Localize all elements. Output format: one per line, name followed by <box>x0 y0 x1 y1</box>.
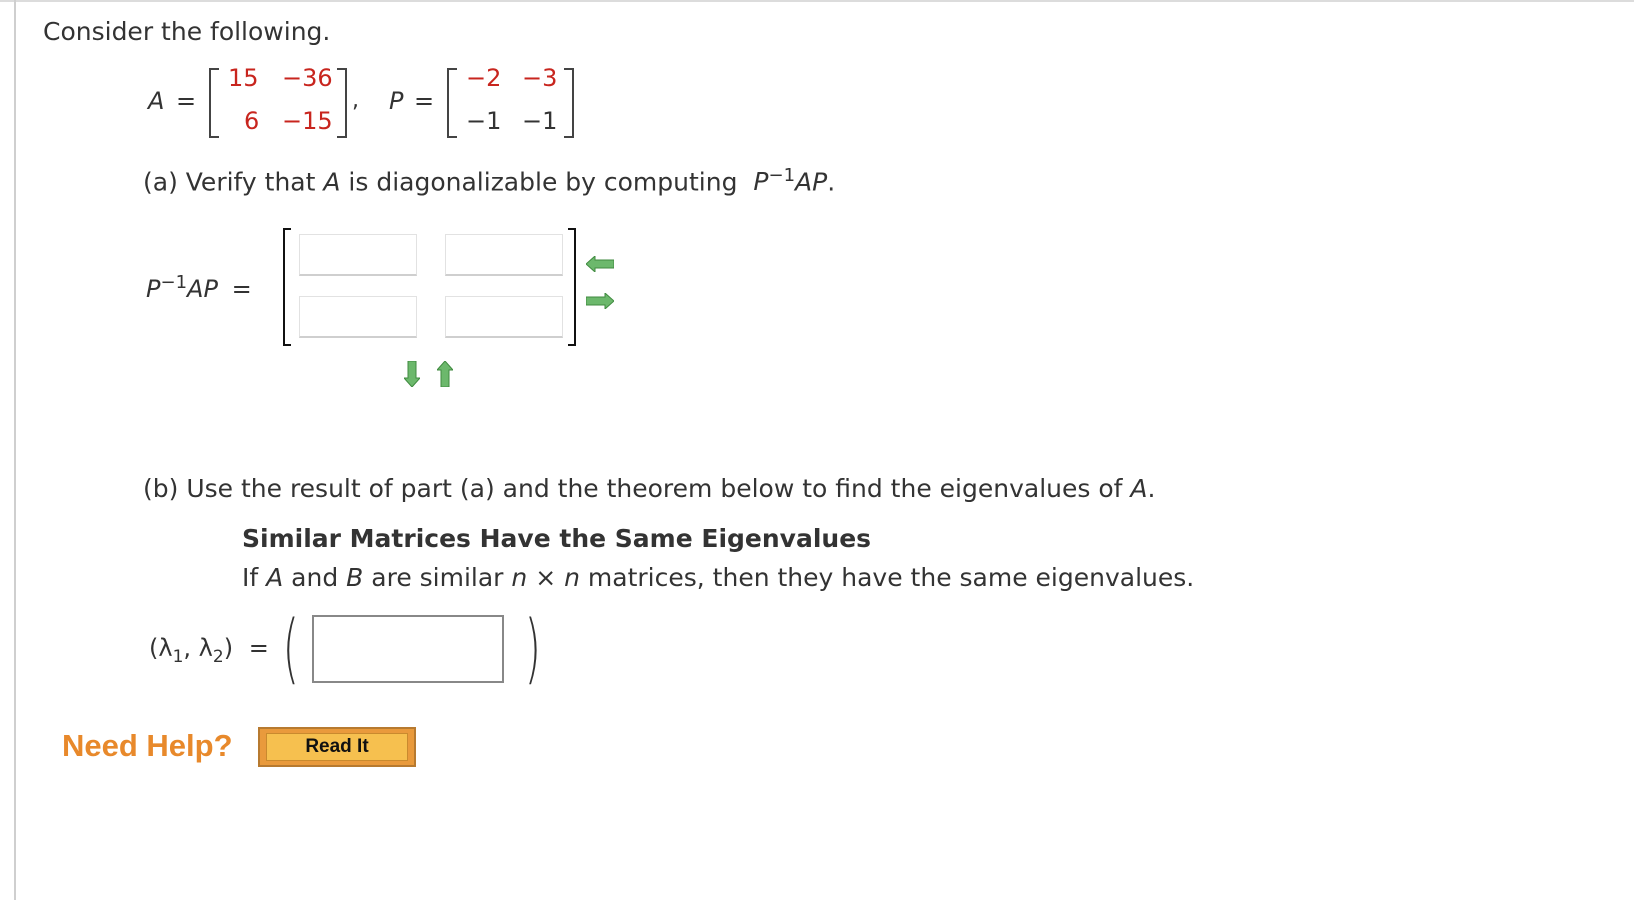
matrix-a-cell: 15 <box>228 64 259 92</box>
matrix-p-cell: −3 <box>522 64 558 92</box>
cell-2-2-input[interactable] <box>446 297 562 336</box>
matrix-cell-input[interactable] <box>445 296 563 338</box>
part-a-text2: is diagonalizable by computing <box>340 167 746 197</box>
matrix-a-cell: −15 <box>282 107 333 135</box>
part-b-period: . <box>1147 474 1156 503</box>
theorem-title: Similar Matrices Have the Same Eigenvalu… <box>242 524 872 553</box>
matrix-a-left-bracket <box>209 68 219 138</box>
matrix-cell-input[interactable] <box>445 234 563 276</box>
part-b-var: A <box>1130 474 1148 503</box>
eq: = <box>248 634 269 662</box>
arrow-right-icon[interactable] <box>586 293 614 309</box>
cell-1-1-input[interactable] <box>300 235 416 274</box>
eigenvalue-label: (λ1, λ2) = <box>149 634 269 667</box>
part-a-prompt: (a) Verify that A is diagonalizable by c… <box>143 165 835 196</box>
expr-p: P <box>753 167 769 197</box>
matrix-p-label: P <box>389 87 404 115</box>
label-ap: AP <box>187 275 218 303</box>
matrix-cell-input[interactable] <box>299 296 417 338</box>
close-paren: ) <box>223 634 234 662</box>
answer-matrix-right-bracket <box>568 228 576 346</box>
sub1: 1 <box>172 646 184 667</box>
arrow-up-icon[interactable] <box>437 361 453 387</box>
theorem-var: n <box>564 563 580 592</box>
read-it-button[interactable]: Read It <box>258 727 416 767</box>
theorem-var: n <box>511 563 528 592</box>
theorem-statement: If A and B are similar n × n matrices, t… <box>242 563 1194 592</box>
cell-1-2-input[interactable] <box>446 235 562 274</box>
arrow-left-icon[interactable] <box>586 256 614 272</box>
matrix-a-label: A <box>148 87 165 115</box>
matrix-p-equals: = <box>414 87 435 115</box>
part-a-var: A <box>323 167 341 197</box>
theorem-text: and <box>283 563 347 592</box>
matrix-comma: , <box>352 88 359 113</box>
part-b-text: (b) Use the result of part (a) and the t… <box>143 474 1131 503</box>
intro-text: Consider the following. <box>43 17 331 46</box>
theorem-text: are similar <box>363 563 512 592</box>
matrix-p-right-bracket <box>564 68 574 138</box>
part-b-prompt: (b) Use the result of part (a) and the t… <box>143 474 1155 503</box>
sub2: 2 <box>212 646 224 667</box>
matrix-p-cell: −2 <box>466 64 502 92</box>
period: . <box>827 167 836 197</box>
eigenvalues-input-box[interactable] <box>312 615 504 683</box>
matrix-cell-input[interactable] <box>299 234 417 276</box>
matrix-a-cell: 6 <box>244 107 260 135</box>
need-help-label: Need Help? <box>62 728 233 763</box>
lambda: (λ <box>149 634 173 662</box>
label-p: P <box>146 275 161 303</box>
label-eq: = <box>231 275 252 303</box>
lambda2: , λ <box>183 634 213 662</box>
answer-a-label: P−1AP = <box>146 272 252 303</box>
matrix-p-cell: −1 <box>466 107 502 135</box>
right-paren: ) <box>524 603 541 692</box>
theorem-text: matrices, then they have the same eigenv… <box>579 563 1195 592</box>
label-sup: −1 <box>160 272 188 293</box>
theorem-text: If <box>242 563 267 592</box>
left-paren: ( <box>282 603 299 692</box>
theorem-var: B <box>346 563 364 592</box>
arrow-down-icon[interactable] <box>404 361 420 387</box>
matrix-p-cell: −1 <box>522 107 558 135</box>
theorem-var: A <box>266 563 284 592</box>
top-border <box>0 0 1634 2</box>
answer-matrix-left-bracket <box>283 228 291 346</box>
theorem-text: × <box>527 563 565 592</box>
eigenvalues-input[interactable] <box>314 617 502 681</box>
cell-2-1-input[interactable] <box>300 297 416 336</box>
matrix-a-cell: −36 <box>282 64 333 92</box>
read-it-label[interactable]: Read It <box>266 733 408 761</box>
left-border <box>14 0 16 900</box>
expr-ap: AP <box>795 167 828 197</box>
matrix-p-left-bracket <box>447 68 457 138</box>
matrix-a-right-bracket <box>337 68 347 138</box>
expr-sup: −1 <box>768 165 796 186</box>
matrix-a-equals: = <box>176 87 197 115</box>
part-a-text: (a) Verify that <box>143 167 324 197</box>
